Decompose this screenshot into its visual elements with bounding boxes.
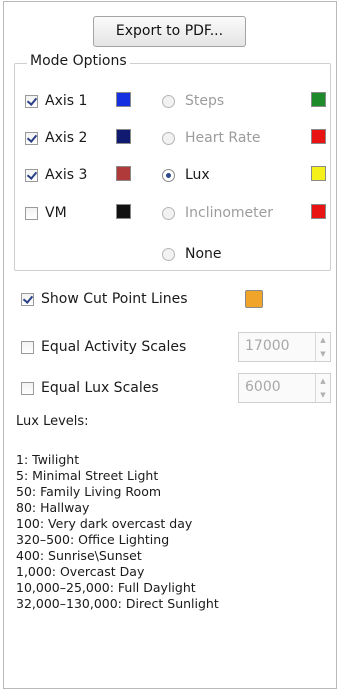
axis3-checkbox[interactable] bbox=[25, 168, 38, 182]
mode-inclinometer-option: Inclinometer bbox=[162, 203, 273, 223]
axis3-color-swatch[interactable] bbox=[116, 166, 131, 181]
equal-lux-scales-label: Equal Lux Scales bbox=[41, 380, 159, 396]
axis2-label: Axis 2 bbox=[45, 130, 88, 146]
vm-checkbox[interactable] bbox=[25, 206, 38, 220]
mode-options-title: Mode Options bbox=[27, 53, 130, 69]
lux-level-item: 5: Minimal Street Light bbox=[16, 468, 159, 483]
spinner-down-icon: ▼ bbox=[320, 391, 326, 399]
vm-option[interactable]: VM bbox=[25, 203, 67, 223]
lux-level-item: 50: Family Living Room bbox=[16, 484, 162, 499]
equal-activity-scales-checkbox[interactable] bbox=[21, 340, 34, 354]
lux-level-item: 400: Sunrise\Sunset bbox=[16, 548, 142, 563]
heart-rate-radio bbox=[162, 131, 175, 145]
lux-level-item: 10,000–25,000: Full Daylight bbox=[16, 580, 196, 595]
spinner-up-icon: ▲ bbox=[320, 336, 326, 344]
heart-rate-label: Heart Rate bbox=[185, 130, 261, 146]
lux-label: Lux bbox=[185, 167, 210, 183]
axis1-option[interactable]: Axis 1 bbox=[25, 91, 87, 111]
equal-lux-scales-checkbox[interactable] bbox=[21, 381, 34, 395]
inclinometer-label: Inclinometer bbox=[185, 205, 274, 221]
steps-color-swatch[interactable] bbox=[311, 92, 326, 107]
axis2-color-swatch[interactable] bbox=[116, 129, 131, 144]
equal-activity-scales-label: Equal Activity Scales bbox=[41, 339, 187, 355]
lux-scale-arrows: ▲ ▼ bbox=[315, 374, 330, 402]
none-radio[interactable] bbox=[162, 247, 175, 261]
cut-point-color-swatch[interactable] bbox=[245, 290, 263, 308]
inclinometer-color-swatch[interactable] bbox=[311, 204, 326, 219]
lux-color-swatch[interactable] bbox=[311, 166, 326, 181]
activity-scale-value: 17000 bbox=[245, 338, 290, 354]
axis2-option[interactable]: Axis 2 bbox=[25, 128, 87, 148]
mode-none-option[interactable]: None bbox=[162, 244, 222, 264]
axis1-label: Axis 1 bbox=[45, 93, 88, 109]
lux-level-item: 100: Very dark overcast day bbox=[16, 516, 193, 531]
none-label: None bbox=[185, 246, 222, 262]
lux-scale-value: 6000 bbox=[245, 379, 281, 395]
heart-rate-color-swatch[interactable] bbox=[311, 129, 326, 144]
lux-level-item: 32,000–130,000: Direct Sunlight bbox=[16, 596, 219, 611]
mode-heart-rate-option: Heart Rate bbox=[162, 128, 261, 148]
activity-scale-spinner: 17000 ▲ ▼ bbox=[238, 332, 331, 362]
steps-radio bbox=[162, 94, 175, 108]
lux-levels-title: Lux Levels: bbox=[16, 414, 89, 429]
lux-radio[interactable] bbox=[162, 168, 175, 182]
lux-scale-spinner: 6000 ▲ ▼ bbox=[238, 373, 331, 403]
lux-level-item: 80: Hallway bbox=[16, 500, 90, 515]
spinner-down-icon: ▼ bbox=[320, 350, 326, 358]
mode-steps-option: Steps bbox=[162, 91, 224, 111]
equal-activity-scales-option[interactable]: Equal Activity Scales bbox=[21, 337, 186, 357]
axis3-option[interactable]: Axis 3 bbox=[25, 165, 87, 185]
steps-label: Steps bbox=[185, 93, 225, 109]
axis1-color-swatch[interactable] bbox=[116, 92, 131, 107]
show-cut-point-lines-option[interactable]: Show Cut Point Lines bbox=[21, 289, 188, 309]
inclinometer-radio bbox=[162, 206, 175, 220]
axis3-label: Axis 3 bbox=[45, 167, 88, 183]
lux-level-item: 1: Twilight bbox=[16, 452, 80, 467]
export-pdf-button[interactable]: Export to PDF... bbox=[93, 16, 246, 47]
mode-lux-option[interactable]: Lux bbox=[162, 165, 210, 185]
lux-level-item: 1,000: Overcast Day bbox=[16, 564, 145, 579]
vm-color-swatch[interactable] bbox=[116, 204, 131, 219]
lux-levels-list: 1: Twilight 5: Minimal Street Light 50: … bbox=[16, 452, 219, 612]
vm-label: VM bbox=[45, 205, 67, 221]
equal-lux-scales-option[interactable]: Equal Lux Scales bbox=[21, 378, 159, 398]
spinner-up-icon: ▲ bbox=[320, 377, 326, 385]
show-cut-point-lines-label: Show Cut Point Lines bbox=[41, 291, 188, 307]
lux-level-item: 320–500: Office Lighting bbox=[16, 532, 170, 547]
axis2-checkbox[interactable] bbox=[25, 131, 38, 145]
activity-scale-arrows: ▲ ▼ bbox=[315, 333, 330, 361]
axis1-checkbox[interactable] bbox=[25, 94, 38, 108]
show-cut-point-lines-checkbox[interactable] bbox=[21, 292, 34, 306]
